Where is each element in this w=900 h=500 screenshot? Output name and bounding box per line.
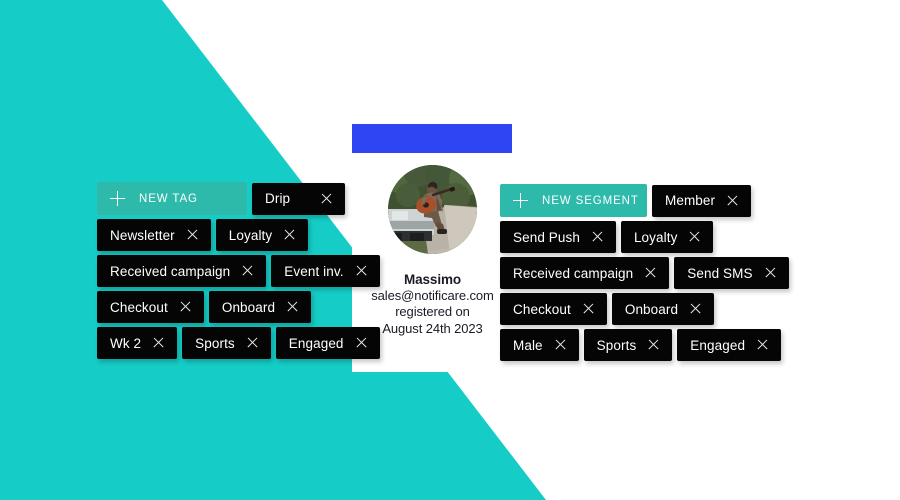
segments-row: NEW SEGMENT Member (500, 184, 800, 217)
close-icon[interactable] (179, 301, 191, 313)
close-icon[interactable] (554, 339, 566, 351)
segment-label: Checkout (513, 301, 571, 317)
tag-chip[interactable]: Checkout (97, 291, 204, 323)
segment-label: Engaged (690, 337, 746, 353)
tags-panel: NEW TAG Drip Newsletter Loyalty Received… (97, 182, 397, 363)
tag-chip[interactable]: Loyalty (215, 219, 309, 251)
tag-label: Newsletter (110, 227, 175, 243)
avatar (388, 165, 477, 254)
tag-label: Received campaign (110, 263, 231, 279)
tag-label: Event inv. (284, 263, 344, 279)
close-icon[interactable] (246, 337, 258, 349)
segment-label: Loyalty (633, 229, 678, 245)
tag-label: Checkout (110, 299, 168, 315)
segment-chip[interactable]: Send SMS (674, 257, 789, 289)
tag-chip[interactable]: Drip (252, 182, 346, 215)
tag-label: Sports (195, 335, 235, 351)
tags-row: NEW TAG Drip (97, 182, 397, 215)
close-icon[interactable] (726, 195, 738, 207)
close-icon[interactable] (241, 265, 253, 277)
segment-chip[interactable]: Received campaign (500, 257, 670, 289)
segment-chip[interactable]: Engaged (677, 329, 782, 361)
close-icon[interactable] (286, 301, 298, 313)
segment-label: Onboard (624, 301, 679, 317)
new-tag-button[interactable]: NEW TAG (97, 182, 247, 215)
segment-chip[interactable]: Send Push (500, 221, 616, 253)
close-icon[interactable] (582, 303, 594, 315)
new-segment-button[interactable]: NEW SEGMENT (500, 184, 647, 217)
screen-root: Massimo sales@notificare.com registered … (0, 0, 900, 500)
segment-label: Send SMS (687, 265, 753, 281)
segment-label: Member (665, 193, 716, 208)
segment-label: Male (513, 337, 543, 353)
close-icon[interactable] (644, 267, 656, 279)
new-segment-button-label: NEW SEGMENT (542, 194, 639, 207)
tag-chip[interactable]: Sports (182, 327, 271, 359)
close-icon[interactable] (355, 337, 367, 349)
segments-row: Send Push Loyalty (500, 221, 800, 253)
tags-row: Newsletter Loyalty (97, 219, 397, 251)
tags-row: Wk 2 Sports Engaged (97, 327, 397, 359)
close-icon[interactable] (689, 303, 701, 315)
segment-chip[interactable]: Sports (583, 329, 673, 361)
tag-label: Loyalty (228, 227, 273, 243)
tag-label: Onboard (221, 299, 276, 315)
segment-label: Received campaign (513, 265, 634, 281)
plus-icon (110, 191, 125, 206)
plus-icon (513, 193, 528, 208)
tag-chip[interactable]: Received campaign (97, 255, 267, 287)
tags-row: Received campaign Event inv. (97, 255, 397, 287)
tag-chip[interactable]: Wk 2 (97, 327, 178, 359)
tag-label: Drip (265, 191, 291, 206)
segments-panel: NEW SEGMENT Member Send Push Loyalty Rec… (500, 184, 800, 365)
close-icon[interactable] (186, 229, 198, 241)
segment-label: Sports (596, 337, 637, 353)
close-icon[interactable] (591, 231, 603, 243)
segment-chip[interactable]: Member (652, 184, 752, 217)
segment-chip[interactable]: Checkout (500, 293, 607, 325)
segments-row: Checkout Onboard (500, 293, 800, 325)
segment-chip[interactable]: Onboard (611, 293, 715, 325)
tag-chip[interactable]: Onboard (208, 291, 312, 323)
close-icon[interactable] (355, 265, 367, 277)
tag-chip[interactable]: Event inv. (271, 255, 380, 287)
segment-chip[interactable]: Loyalty (620, 221, 714, 253)
segment-label: Send Push (513, 229, 580, 245)
tag-chip[interactable]: Engaged (275, 327, 380, 359)
new-tag-button-label: NEW TAG (139, 192, 198, 205)
tags-row: Checkout Onboard (97, 291, 397, 323)
tag-label: Engaged (288, 335, 344, 351)
segment-chip[interactable]: Male (500, 329, 579, 361)
close-icon[interactable] (688, 231, 700, 243)
close-icon[interactable] (647, 339, 659, 351)
tag-label: Wk 2 (110, 335, 142, 351)
segments-row: Received campaign Send SMS (500, 257, 800, 289)
close-icon[interactable] (152, 337, 164, 349)
tag-chip[interactable]: Newsletter (97, 219, 211, 251)
close-icon[interactable] (320, 193, 332, 205)
close-icon[interactable] (764, 267, 776, 279)
segments-row: Male Sports Engaged (500, 329, 800, 361)
close-icon[interactable] (756, 339, 768, 351)
blue-header-bar (352, 124, 512, 153)
close-icon[interactable] (283, 229, 295, 241)
